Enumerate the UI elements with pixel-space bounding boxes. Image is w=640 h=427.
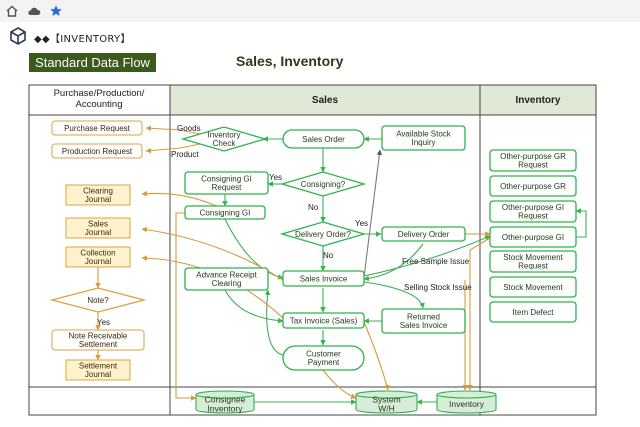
delivery-order-node: Delivery Order (381, 226, 466, 242)
inventory-node-label: Inventory (449, 399, 485, 409)
sales-journal-node: Sales Journal (65, 217, 131, 239)
consigning-gi-node: Consigning GI (184, 205, 266, 220)
tax-invoice-node-label: Tax Invoice (Sales) (290, 316, 358, 325)
other-gr-node-label: Other-purpose GR (500, 182, 566, 191)
sales-journal-node-label: Sales Journal (85, 219, 111, 237)
customer-payment-node-label: Customer Payment (306, 349, 341, 367)
collection-journal-node: Collection Journal (65, 246, 131, 268)
consignee-inventory-node-label: Consignee Inventory (205, 394, 246, 413)
inventory-node: Inventory (436, 390, 497, 414)
consignee-inventory-node: Consignee Inventory (195, 390, 255, 414)
stock-movement-node: Stock Movement (489, 276, 577, 298)
label-yes-delivery: Yes (355, 219, 368, 228)
label-free-sample: Free Sample Issue (402, 257, 470, 266)
label-product: Product (171, 150, 199, 159)
label-goods: Goods (177, 124, 201, 133)
available-stock-node: Available Stock Inquiry (381, 125, 466, 151)
sales-invoice-node: Sales Invoice (282, 270, 365, 287)
lane-inventory-title: Inventory (515, 95, 560, 106)
flow-diagram: Purchase/Production/Accounting Sales Inv… (28, 84, 597, 416)
inventory-lane-nodes: Other-purpose GR Request Other-purpose GR O… (489, 149, 577, 323)
clearing-journal-node-label: Clearing Journal (83, 186, 113, 204)
returned-invoice-node: Returned Sales Invoice (381, 308, 466, 334)
system-wh-node: System W/H (355, 390, 418, 414)
lane-sales-title: Sales (312, 95, 339, 106)
note-receivable-node: Note Receivable Settlement (51, 329, 145, 351)
other-gr-request-node: Other-purpose GR Request (489, 149, 577, 172)
other-gr-node: Other-purpose GR (489, 175, 577, 197)
collection-journal-node-label: Collection Journal (80, 248, 115, 266)
customer-payment-node: Customer Payment (282, 345, 365, 371)
other-gi-node: Other-purpose GI (489, 226, 577, 248)
label-note-yes: Yes (97, 318, 110, 327)
tax-invoice-node: Tax Invoice (Sales) (282, 312, 365, 329)
consigning-decision-node-label: Consigning? (301, 180, 346, 189)
settlement-journal-node: Settlement Journal (65, 359, 131, 381)
sales-invoice-node-label: Sales Invoice (300, 274, 348, 283)
sales-order-node: Sales Order (282, 129, 365, 149)
note-decision-node-label: Note? (87, 296, 109, 305)
label-selling-stock: Selling Stock Issue (404, 283, 472, 292)
delivery-decision-node-label: Delivery Order? (295, 230, 352, 239)
stock-movement-node-label: Stock Movement (503, 283, 563, 292)
label-no-delivery: No (323, 251, 334, 260)
other-gi-request-node: Other-purpose GI Request (489, 200, 577, 223)
label-yes-consign: Yes (269, 173, 282, 182)
sales-order-node-label: Sales Order (302, 135, 345, 144)
stock-movement-request-node: Stock Movement Request (489, 250, 577, 273)
consigning-gi-request-node: Consigning GI Request (184, 171, 269, 195)
item-defect-node-label: Item Defect (513, 308, 555, 317)
delivery-order-node-label: Delivery Order (398, 230, 450, 239)
consigning-gi-node-label: Consigning GI (200, 208, 251, 217)
advance-receipt-node: Advance Receipt Clearing (184, 267, 269, 291)
clearing-journal-node: Clearing Journal (65, 184, 131, 206)
purchase-request-node-label: Purchase Request (64, 124, 131, 133)
purchase-request-node: Purchase Request (51, 120, 143, 136)
production-request-node: Production Request (51, 143, 143, 159)
item-defect-node: Item Defect (489, 301, 577, 323)
production-request-node-label: Production Request (62, 147, 133, 156)
other-gi-node-label: Other-purpose GI (502, 233, 564, 242)
label-no-consign: No (308, 203, 319, 212)
